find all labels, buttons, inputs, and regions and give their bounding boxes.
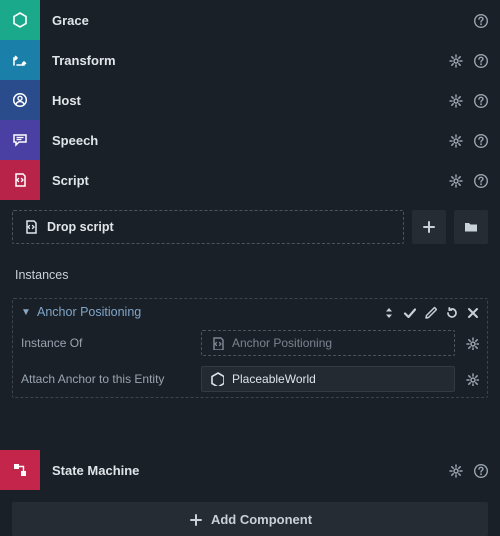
gear-icon [448, 173, 463, 188]
help-icon [473, 53, 488, 68]
drop-script-zone[interactable]: Drop script [12, 210, 404, 244]
component-row-transform[interactable]: Transform [0, 40, 500, 80]
gear-icon [465, 336, 479, 350]
component-label: Transform [40, 53, 448, 68]
field-value-box[interactable]: PlaceableWorld [201, 366, 455, 392]
state-machine-settings-button[interactable] [448, 463, 463, 478]
reset-icon [444, 305, 458, 319]
close-icon [465, 305, 479, 319]
user-icon [0, 80, 40, 120]
field-value: PlaceableWorld [232, 372, 316, 386]
component-help-button[interactable] [473, 93, 488, 108]
instance-field-row: Attach Anchor to this Entity PlaceableWor… [13, 361, 487, 397]
gear-icon [448, 463, 463, 478]
instance-title: Anchor Positioning [37, 305, 375, 319]
component-help-button[interactable] [473, 13, 488, 28]
add-script-button[interactable] [412, 210, 446, 244]
collapse-caret-icon: ▼ [21, 307, 31, 318]
state-machine-icon [0, 450, 40, 490]
gear-icon [448, 93, 463, 108]
gear-icon [448, 53, 463, 68]
edit-button[interactable] [423, 305, 437, 319]
folder-icon [463, 219, 479, 235]
field-settings-button[interactable] [465, 372, 479, 386]
check-icon [402, 305, 416, 319]
component-row-speech[interactable]: Speech [0, 120, 500, 160]
field-value-box[interactable]: Anchor Positioning [201, 330, 455, 356]
component-help-button[interactable] [473, 173, 488, 188]
transform-icon [0, 40, 40, 80]
component-row-grace[interactable]: Grace [0, 0, 500, 40]
help-icon [473, 93, 488, 108]
component-settings-button[interactable] [448, 133, 463, 148]
instance-header[interactable]: ▼ Anchor Positioning [13, 299, 487, 325]
gear-icon [465, 372, 479, 386]
component-label: Host [40, 93, 448, 108]
component-row-script[interactable]: Script [0, 160, 500, 200]
plus-icon [188, 512, 203, 527]
component-row-host[interactable]: Host [0, 80, 500, 120]
component-label: Speech [40, 133, 448, 148]
reset-button[interactable] [444, 305, 458, 319]
gear-icon [448, 133, 463, 148]
field-settings-button[interactable] [465, 336, 479, 350]
script-icon [0, 160, 40, 200]
help-icon [473, 13, 488, 28]
component-settings-button[interactable] [448, 173, 463, 188]
component-label: Grace [40, 13, 473, 28]
help-icon [473, 133, 488, 148]
hexagon-icon [0, 0, 40, 40]
component-help-button[interactable] [473, 53, 488, 68]
sort-button[interactable] [381, 305, 395, 319]
instance-block: ▼ Anchor Positioning Instance Of Anchor P… [12, 298, 488, 398]
speech-icon [0, 120, 40, 160]
component-label: Script [40, 173, 448, 188]
script-icon [210, 336, 224, 350]
confirm-button[interactable] [402, 305, 416, 319]
help-icon [473, 463, 488, 478]
hexagon-icon [210, 372, 224, 386]
field-label: Attach Anchor to this Entity [21, 372, 191, 386]
field-value: Anchor Positioning [232, 336, 332, 350]
plus-icon [421, 219, 437, 235]
component-help-button[interactable] [473, 133, 488, 148]
script-icon [23, 219, 39, 235]
field-label: Instance Of [21, 336, 191, 350]
component-settings-button[interactable] [448, 53, 463, 68]
add-component-button[interactable]: Add Component [12, 502, 488, 536]
component-row-state-machine[interactable]: State Machine [0, 450, 500, 490]
browse-script-button[interactable] [454, 210, 488, 244]
instances-heading: Instances [0, 254, 500, 290]
drop-script-label: Drop script [47, 220, 114, 234]
sort-icon [381, 305, 395, 319]
remove-instance-button[interactable] [465, 305, 479, 319]
state-machine-label: State Machine [40, 463, 448, 478]
add-component-label: Add Component [211, 512, 312, 527]
state-machine-help-button[interactable] [473, 463, 488, 478]
component-settings-button[interactable] [448, 93, 463, 108]
pencil-icon [423, 305, 437, 319]
instance-field-row: Instance Of Anchor Positioning [13, 325, 487, 361]
help-icon [473, 173, 488, 188]
